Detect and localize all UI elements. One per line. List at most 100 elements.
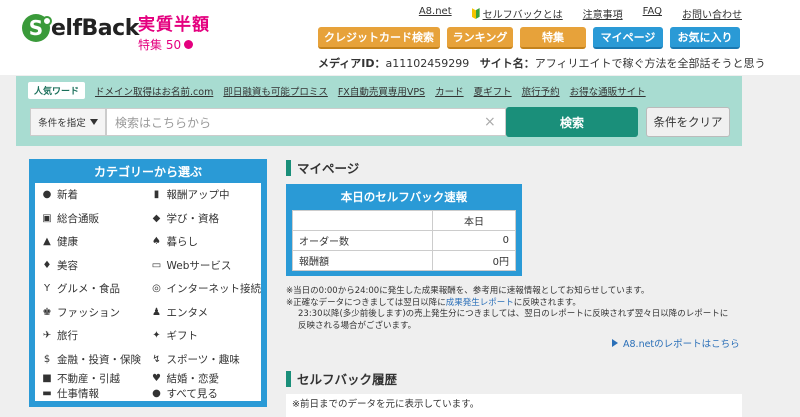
header: S elfBack 実質半額 特集 50 A8.net セルフバックとは 注意事… [0,0,800,75]
note-3: 23:30以降(多少前後します)の売上発生分につきましては、翌日のレポートに反映… [298,309,729,331]
site-name-value: アフィリエイトで稼ぐ方法を全部話そうと思う [534,57,766,70]
note-2: ※正確なデータにつきましては翌日以降に成果発生レポートに反映されます。 [286,298,736,310]
condition-select[interactable]: 条件を指定 [30,108,106,136]
category-icon: ✦ [152,330,161,342]
search-input[interactable]: 検索はこちらから [106,108,506,136]
category-item[interactable]: ▭ Webサービス [145,254,262,278]
table-row: オーダー数 0 [292,230,516,251]
row-value-reward: 0円 [432,250,516,271]
section-bar [286,370,291,387]
selfback-logo[interactable]: S elfBack [22,14,139,42]
popular-words-label: 人気ワード [28,82,86,99]
category-item[interactable]: $ 金融・投資・保険 [35,348,145,372]
popular-word-link[interactable]: お得な通販サイト [570,84,646,98]
nav-buttons: クレジットカード検索 ランキング 特集 マイページ お気に入り [318,27,740,49]
category-icon: ▣ [42,212,52,224]
credit-card-search-button[interactable]: クレジットカード検索 [318,27,440,49]
category-label: 金融・投資・保険 [57,353,141,366]
condition-select-label: 条件を指定 [38,118,86,129]
category-icon: ♚ [42,306,52,318]
link-about-selfback-label: セルフバックとは [482,10,563,21]
category-icon: ↯ [152,353,161,365]
popular-word-link[interactable]: FX自動売買専用VPS [338,84,425,98]
clear-conditions-button[interactable]: 条件をクリア [646,107,730,137]
today-report-box: 本日のセルフバック速報 本日 オーダー数 0 報酬額 0円 [286,184,522,276]
category-icon: ◎ [152,283,161,295]
link-contact[interactable]: お問い合わせ [682,6,742,21]
category-item[interactable]: ↯ スポーツ・趣味 [145,348,262,372]
category-panel: カテゴリーから選ぶ ● 新着 ▮ 報酬アップ中 ▣ 総合通販 ◆ 学び・資格 ▲ 健康 ♠ 暮らし ♦ 美… [29,159,267,407]
note-2-text-a: ※正確なデータにつきましては翌日以降に [286,297,446,308]
logo-s-icon: S [22,14,52,42]
link-about-selfback[interactable]: セルフバックとは [471,6,563,21]
category-item[interactable]: ● すべて見る [145,386,262,401]
category-item[interactable]: Y グルメ・食品 [35,277,145,301]
mypage-button[interactable]: マイページ [593,27,663,49]
category-list: ● 新着 ▮ 報酬アップ中 ▣ 総合通販 ◆ 学び・資格 ▲ 健康 ♠ 暮らし ♦ 美容 ▭ Webサービス Y… [35,183,261,401]
today-report-title: 本日のセルフバック速報 [340,190,468,204]
category-label: インターネット接続 [166,283,262,296]
popular-word-link[interactable]: カード [435,84,464,98]
category-label: 健康 [57,236,78,249]
link-faq[interactable]: FAQ [643,6,662,21]
media-id-label: メディアID： [318,57,386,70]
row-label-orders: オーダー数 [292,230,433,251]
result-report-link[interactable]: 成果発生レポート [446,298,514,308]
category-icon: ♥ [152,373,161,384]
category-item[interactable]: ▮ 報酬アップ中 [145,183,262,207]
category-item[interactable]: ◆ 学び・資格 [145,207,262,231]
category-label: 美容 [57,259,78,272]
category-item[interactable]: ♠ 暮らし [145,230,262,254]
category-label: グルメ・食品 [57,283,120,296]
category-label: すべて見る [166,388,218,400]
arrow-right-icon [612,339,618,347]
category-icon: $ [43,353,51,365]
category-item[interactable]: ♦ 美容 [35,254,145,278]
category-label: 新着 [57,189,78,202]
clear-input-icon[interactable]: × [484,115,498,129]
mypage-section-title: マイページ [286,158,359,177]
a8-report-link[interactable]: A8.netのレポートはこちら [612,336,740,350]
category-item[interactable]: ▲ 健康 [35,230,145,254]
link-a8net[interactable]: A8.net [419,6,452,21]
half-price-promo-banner[interactable]: 実質半額 特集 50 [138,10,210,53]
col-header-today: 本日 [432,210,516,231]
category-icon: ■ [42,373,52,384]
category-icon: ◆ [152,212,161,224]
category-item[interactable]: ◎ インターネット接続 [145,277,262,301]
ranking-button[interactable]: ランキング [447,27,513,49]
category-item[interactable]: ♥ 結婚・恋愛 [145,371,262,386]
link-notes[interactable]: 注意事項 [583,6,623,21]
category-item[interactable]: ♚ ファッション [35,301,145,325]
category-label: 暮らし [166,236,199,249]
category-label: 仕事情報 [57,388,99,400]
feature-button[interactable]: 特集 [520,27,586,49]
popular-word-link[interactable]: 旅行予約 [522,84,560,98]
category-item[interactable]: ♟ エンタメ [145,301,262,325]
popular-word-link[interactable]: 即日融資も可能プロミス [223,84,328,98]
category-item[interactable]: ■ 不動産・引越 [35,371,145,386]
category-item[interactable]: ▬ 仕事情報 [35,386,145,401]
category-icon: ▮ [153,189,160,201]
favorites-button[interactable]: お気に入り [670,27,740,49]
category-label: 報酬アップ中 [166,189,230,202]
a8-report-link-label: A8.netのレポートはこちら [623,339,740,350]
category-label: 旅行 [57,330,78,343]
category-item[interactable]: ● 新着 [35,183,145,207]
search-area: 人気ワード ドメイン取得はお名前.com 即日融資も可能プロミス FX自動売買専… [16,76,742,146]
category-item[interactable]: ✦ ギフト [145,324,262,348]
category-item[interactable]: ✈ 旅行 [35,324,145,348]
category-label: 不動産・引越 [57,373,120,385]
search-button[interactable]: 検索 [506,107,638,137]
history-note: ※前日までのデータを元に表示しています。 [286,394,742,417]
promo-subtitle-text: 特集 50 [138,38,182,52]
table-row: 報酬額 0円 [292,250,516,271]
category-label: ファッション [57,306,120,319]
category-icon: ♟ [152,306,161,318]
category-item[interactable]: ▣ 総合通販 [35,207,145,231]
section-bar [286,159,291,176]
popular-word-link[interactable]: 夏ギフト [474,84,512,98]
popular-word-link[interactable]: ドメイン取得はお名前.com [95,84,213,98]
category-label: Webサービス [166,259,232,272]
mypage-title: マイページ [297,161,360,176]
